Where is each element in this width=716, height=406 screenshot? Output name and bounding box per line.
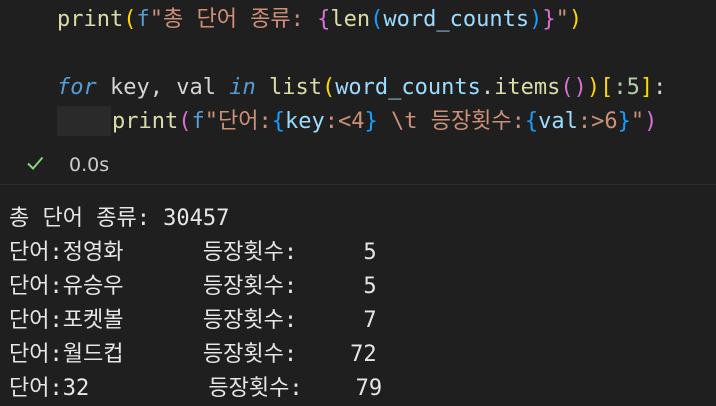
token-paren: ( bbox=[321, 75, 336, 100]
token-bracket: ] bbox=[639, 75, 654, 100]
token-format-spec: :<4 bbox=[324, 109, 365, 134]
token-paren: ) bbox=[644, 109, 658, 134]
token-print: print bbox=[57, 7, 124, 32]
token-string: "단어: bbox=[204, 109, 272, 134]
token-items: items bbox=[494, 75, 561, 100]
indent-guide bbox=[57, 106, 111, 136]
token-fstring-prefix: f bbox=[136, 7, 150, 32]
code-line-1[interactable]: print(f"총 단어 종류: {len(word_counts)}") bbox=[57, 4, 582, 36]
token-variable: word_counts bbox=[335, 75, 481, 100]
token-in: in bbox=[229, 75, 256, 100]
token-slice: :5 bbox=[613, 75, 640, 100]
token-bracket: [ bbox=[600, 75, 614, 100]
token-paren: () bbox=[560, 75, 587, 100]
token-format-spec: :>6 bbox=[577, 109, 618, 134]
token-colon: : bbox=[653, 75, 667, 100]
output-line: 단어:정영화 등장횟수: 5 bbox=[9, 240, 377, 265]
token-len: len bbox=[330, 7, 371, 32]
token-dot: . bbox=[480, 75, 495, 100]
execution-status: 0.0s bbox=[0, 148, 716, 184]
token-variable: key bbox=[284, 109, 325, 134]
token-brace: } bbox=[542, 7, 556, 32]
token-list: list bbox=[268, 75, 322, 100]
token-for: for bbox=[57, 75, 97, 100]
output-line: 단어:32 등장횟수: 79 bbox=[9, 376, 383, 401]
token-paren: ) bbox=[529, 7, 543, 32]
output-line: 단어:유승우 등장횟수: 5 bbox=[9, 274, 377, 299]
token-paren: ( bbox=[123, 7, 137, 32]
token-print: print bbox=[112, 109, 179, 134]
token-string: " bbox=[630, 109, 645, 134]
code-line-3[interactable]: print(f"단어:{key:<4} \t 등장횟수:{val:>6}") bbox=[112, 106, 657, 138]
output-line: 총 단어 종류: 30457 bbox=[9, 206, 230, 231]
token-paren: ( bbox=[370, 7, 384, 32]
output-line: 단어:월드컵 등장횟수: 72 bbox=[9, 342, 377, 367]
token-vars: key, val bbox=[96, 75, 230, 100]
token-paren: ) bbox=[586, 75, 601, 100]
execution-time: 0.0s bbox=[69, 154, 110, 176]
token-brace: { bbox=[524, 109, 539, 134]
token-variable: word_counts bbox=[383, 7, 530, 32]
token-brace: { bbox=[271, 109, 285, 134]
token-brace: { bbox=[317, 7, 331, 32]
token-fstring-prefix: f bbox=[191, 109, 205, 134]
token-string: "총 단어 종류: bbox=[149, 7, 318, 32]
token-string: " bbox=[555, 7, 569, 32]
token-brace: } bbox=[364, 109, 378, 134]
token-variable: val bbox=[538, 109, 578, 134]
code-line-2[interactable]: for key, val in list(word_counts.items()… bbox=[57, 72, 666, 104]
token-brace: } bbox=[617, 109, 631, 134]
token-paren: ) bbox=[568, 7, 583, 32]
output-area: 총 단어 종류: 30457 단어:정영화 등장횟수: 5 단어:유승우 등장횟… bbox=[0, 186, 716, 406]
token-paren: ( bbox=[178, 109, 192, 134]
code-cell[interactable]: print(f"총 단어 종류: {len(word_counts)}") fo… bbox=[0, 0, 716, 184]
output-line: 단어:포켓볼 등장횟수: 7 bbox=[9, 308, 377, 333]
cell-divider bbox=[0, 184, 716, 185]
check-icon bbox=[27, 156, 44, 170]
token-string: \t 등장횟수: bbox=[377, 109, 525, 134]
